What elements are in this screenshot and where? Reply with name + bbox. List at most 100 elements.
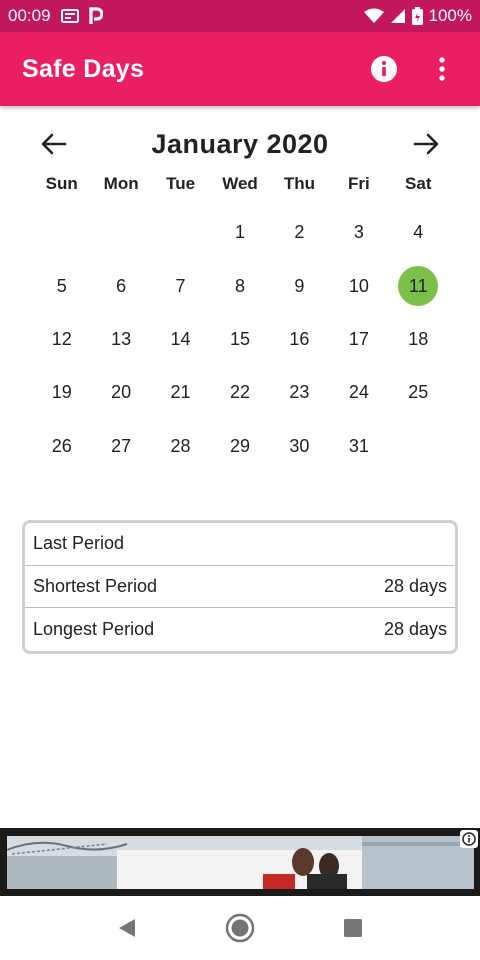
day[interactable]: 9 <box>279 266 319 306</box>
weekday-wed: Wed <box>222 174 258 193</box>
day-cell: 30 <box>270 420 329 473</box>
weekday-header: Sun Mon Tue Wed Thu Fri Sat <box>32 170 448 198</box>
weekday-mon: Mon <box>103 174 139 193</box>
day[interactable]: 31 <box>339 426 379 466</box>
ad-banner[interactable] <box>0 828 480 896</box>
weekday-sun: Sun <box>45 174 78 193</box>
day[interactable]: 22 <box>220 373 260 413</box>
cell-signal-icon <box>390 8 406 24</box>
day[interactable]: 17 <box>339 319 379 359</box>
day[interactable]: 8 <box>220 266 260 306</box>
day-cell: 1 <box>210 206 269 259</box>
day-cell: 15 <box>210 313 269 366</box>
day[interactable]: 6 <box>101 266 141 306</box>
battery-percent: 100% <box>428 6 472 25</box>
day-blank <box>151 206 210 259</box>
day[interactable]: 30 <box>279 426 319 466</box>
last-period-row[interactable]: Last Period <box>25 523 455 566</box>
day[interactable]: 28 <box>161 426 201 466</box>
day[interactable]: 10 <box>339 266 379 306</box>
weekday-tue: Tue <box>166 174 196 193</box>
day-cell: 20 <box>91 366 150 419</box>
day[interactable]: 24 <box>339 373 379 413</box>
app-title: Safe Days <box>22 54 145 83</box>
day[interactable]: 2 <box>279 213 319 253</box>
app-bar: Safe Days <box>0 32 480 106</box>
day[interactable]: 27 <box>101 426 141 466</box>
weekday-sat: Sat <box>405 174 432 193</box>
day[interactable]: 14 <box>161 319 201 359</box>
arrow-right-icon[interactable] <box>404 122 448 166</box>
day-cell: 25 <box>389 366 448 419</box>
weekday-fri: Fri <box>347 174 370 193</box>
day[interactable]: 13 <box>101 319 141 359</box>
info-icon[interactable] <box>368 53 400 85</box>
day-cell: 23 <box>270 366 329 419</box>
day-cell: 28 <box>151 420 210 473</box>
day[interactable]: 12 <box>42 319 82 359</box>
longest-period-label: Longest Period <box>33 619 155 640</box>
day[interactable]: 20 <box>101 373 141 413</box>
day-cell: 10 <box>329 259 388 312</box>
day[interactable]: 3 <box>339 213 379 253</box>
day-cell: 16 <box>270 313 329 366</box>
shortest-period-row[interactable]: Shortest Period 28 days <box>25 566 455 609</box>
day-cell: 2 <box>270 206 329 259</box>
day[interactable]: 7 <box>161 266 201 306</box>
day[interactable]: 1 <box>220 213 260 253</box>
arrow-left-icon[interactable] <box>32 122 76 166</box>
day-blank <box>32 206 91 259</box>
day-cell: 14 <box>151 313 210 366</box>
day-cell: 19 <box>32 366 91 419</box>
day[interactable]: 16 <box>279 319 319 359</box>
back-icon[interactable] <box>105 906 149 950</box>
ad-image[interactable] <box>7 836 474 889</box>
day-cell: 7 <box>151 259 210 312</box>
day[interactable]: 23 <box>279 373 319 413</box>
calendar-header: January 2020 <box>32 120 448 168</box>
day-cell: 22 <box>210 366 269 419</box>
day[interactable]: 18 <box>398 319 438 359</box>
wifi-icon <box>363 8 384 24</box>
day[interactable]: 5 <box>42 266 82 306</box>
ad-info-icon[interactable] <box>460 830 478 848</box>
month-title: January 2020 <box>151 128 329 159</box>
calendar: January 2020 Sun Mon Tue Wed Thu Fri Sat… <box>32 120 448 473</box>
recents-icon[interactable] <box>331 906 375 950</box>
shortest-period-value: 28 days <box>383 576 447 597</box>
day[interactable]: 26 <box>42 426 82 466</box>
days-grid: 1 2 3 4 5 6 7 8 9 10 11 12 13 14 15 16 17 18 19 20 21 22 23 24 2… <box>32 206 448 473</box>
day-blank <box>91 206 150 259</box>
day-cell: 27 <box>91 420 150 473</box>
day-cell: 8 <box>210 259 269 312</box>
parking-app-icon <box>88 7 103 25</box>
day-cell: 13 <box>91 313 150 366</box>
day-cell: 21 <box>151 366 210 419</box>
home-icon[interactable] <box>218 906 262 950</box>
day[interactable]: 4 <box>398 213 438 253</box>
day-cell: 9 <box>270 259 329 312</box>
day-cell: 12 <box>32 313 91 366</box>
day-cell: 5 <box>32 259 91 312</box>
status-time: 00:09 <box>8 6 51 25</box>
day-cell: 31 <box>329 420 388 473</box>
shortest-period-label: Shortest Period <box>33 576 158 597</box>
day[interactable]: 15 <box>220 319 260 359</box>
day-cell: 6 <box>91 259 150 312</box>
longest-period-row[interactable]: Longest Period 28 days <box>25 608 455 651</box>
notification-icon <box>60 9 79 23</box>
day-cell: 29 <box>210 420 269 473</box>
day-cell: 18 <box>389 313 448 366</box>
day-cell: 4 <box>389 206 448 259</box>
more-vert-icon[interactable] <box>426 53 458 85</box>
day-cell: 17 <box>329 313 388 366</box>
day[interactable]: 21 <box>161 373 201 413</box>
nav-bar <box>0 896 480 960</box>
day-selected[interactable]: 11 <box>398 266 439 307</box>
longest-period-value: 28 days <box>383 619 447 640</box>
period-info-card: Last Period Shortest Period 28 days Long… <box>22 520 458 654</box>
day[interactable]: 19 <box>42 373 82 413</box>
day[interactable]: 29 <box>220 426 260 466</box>
day-cell: 3 <box>329 206 388 259</box>
day[interactable]: 25 <box>398 373 438 413</box>
